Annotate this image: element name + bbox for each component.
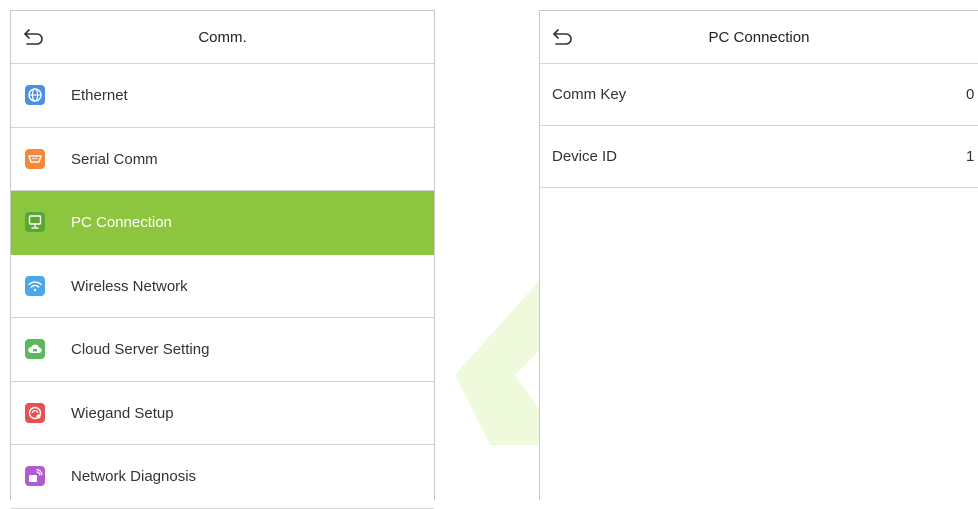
device-id-row[interactable]: Device ID 1	[540, 126, 978, 188]
menu-item-label: Wiegand Setup	[71, 404, 174, 422]
setting-label: Device ID	[552, 148, 618, 165]
menu-item-label: Cloud Server Setting	[71, 341, 210, 358]
cloud-icon	[25, 339, 45, 359]
menu-item-label: PC Connection	[71, 214, 172, 231]
globe-icon	[25, 85, 45, 105]
network-diagnosis-icon	[25, 466, 45, 486]
page-title: PC Connection	[708, 29, 810, 46]
page-title: Comm.	[198, 29, 247, 46]
menu-item-label: Wireless Network	[71, 277, 188, 295]
menu-item-network-diagnosis[interactable]: Network Diagnosis	[11, 445, 434, 509]
menu-item-ethernet[interactable]: Ethernet	[11, 64, 434, 128]
menu-item-wiegand-setup[interactable]: Wiegand Setup	[11, 382, 434, 445]
menu-item-serial-comm[interactable]: Serial Comm	[11, 128, 434, 191]
setting-value: 0	[966, 86, 975, 103]
menu-item-label: Serial Comm	[71, 150, 158, 168]
menu-item-cloud-server-setting[interactable]: Cloud Server Setting	[11, 318, 434, 382]
pc-connection-screen: PC Connection Comm Key 0 Device ID 1	[539, 10, 978, 500]
setting-label: Comm Key	[552, 86, 627, 103]
wiegand-icon	[25, 402, 45, 423]
menu-item-pc-connection[interactable]: PC Connection	[11, 191, 434, 255]
menu-item-label: Network Diagnosis	[71, 468, 197, 485]
screen-header: Comm.	[11, 11, 434, 64]
screen-header: PC Connection	[540, 11, 978, 64]
serial-port-icon	[25, 148, 45, 169]
wifi-icon	[25, 275, 45, 296]
comm-menu-screen: Comm. Ethernet Serial Comm PC Connection…	[10, 10, 435, 509]
computer-icon	[25, 212, 45, 232]
menu-item-wireless-network[interactable]: Wireless Network	[11, 255, 434, 318]
menu-item-label: Ethernet	[71, 87, 128, 104]
setting-value: 1	[966, 148, 975, 165]
comm-key-row[interactable]: Comm Key 0	[540, 64, 978, 126]
